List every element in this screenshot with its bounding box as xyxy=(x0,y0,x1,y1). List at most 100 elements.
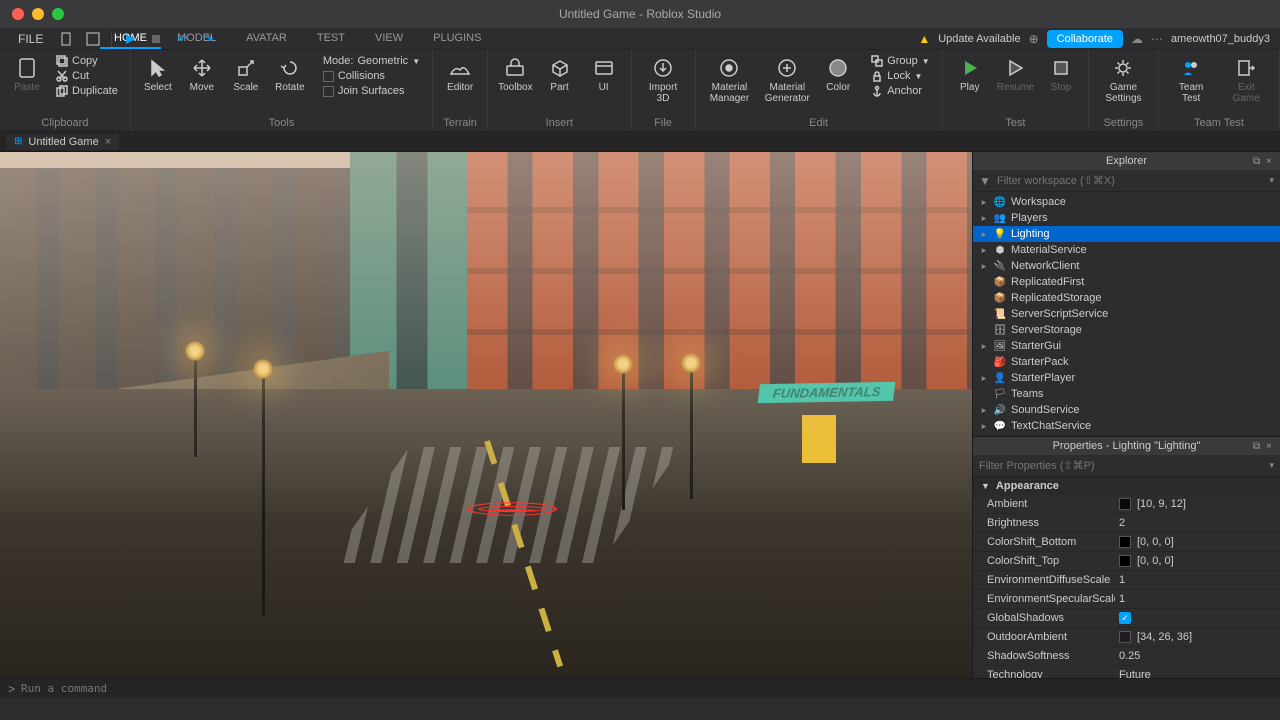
part-button[interactable]: Part xyxy=(539,54,581,95)
document-tab[interactable]: ⊞ Untitled Game × xyxy=(6,134,119,150)
tree-node-replicatedfirst[interactable]: 📦ReplicatedFirst xyxy=(973,274,1280,290)
tab-plugins[interactable]: PLUGINS xyxy=(419,29,495,49)
team-test-button[interactable]: Team Test xyxy=(1165,54,1217,106)
cloud-icon[interactable]: ☁ xyxy=(1131,32,1143,46)
collaborate-button[interactable]: Collaborate xyxy=(1047,30,1123,48)
tree-node-serverstorage[interactable]: 🗄ServerStorage xyxy=(973,322,1280,338)
popout-icon[interactable]: ⧉ xyxy=(1253,156,1263,166)
property-row[interactable]: EnvironmentSpecularScale1 xyxy=(973,590,1280,609)
tab-view[interactable]: VIEW xyxy=(361,29,417,49)
minimize-icon[interactable] xyxy=(32,8,44,20)
warning-icon[interactable]: ▲ xyxy=(918,32,930,46)
workspace-icon: ⊞ xyxy=(14,136,22,147)
ribbon: Paste Copy Cut Duplicate Clipboard Selec… xyxy=(0,50,1280,132)
tree-node-networkclient[interactable]: ▸🔌NetworkClient xyxy=(973,258,1280,274)
help-icon[interactable]: ⋯ xyxy=(1151,32,1163,46)
material-manager-button[interactable]: Material Manager xyxy=(702,54,758,106)
settings-group-label: Settings xyxy=(1095,115,1152,131)
close-panel-icon[interactable]: × xyxy=(1266,441,1276,451)
play-button[interactable]: Play xyxy=(949,54,991,95)
game-settings-button[interactable]: Game Settings xyxy=(1095,54,1152,106)
top-row: FILE ↶ ↷ HOMEMODELAVATARTESTVIEWPLUGINS … xyxy=(0,28,1280,50)
update-available[interactable]: Update Available xyxy=(938,33,1020,45)
filter-icon[interactable]: ▼ xyxy=(979,174,991,188)
property-row[interactable]: GlobalShadows✓ xyxy=(973,609,1280,628)
titlebar: Untitled Game - Roblox Studio xyxy=(0,0,1280,28)
window-controls xyxy=(0,8,64,20)
tree-node-players[interactable]: ▸👥Players xyxy=(973,210,1280,226)
play-icon[interactable] xyxy=(122,31,138,47)
tree-node-lighting[interactable]: ▸💡Lighting xyxy=(973,226,1280,242)
properties-panel: Properties - Lighting "Lighting" ⧉× ▾ ▼A… xyxy=(973,436,1280,678)
file-group-label: File xyxy=(638,115,689,131)
tree-node-starterpack[interactable]: 🎒StarterPack xyxy=(973,354,1280,370)
cut-button[interactable]: Cut xyxy=(50,69,124,83)
redo-icon[interactable]: ↷ xyxy=(200,31,216,47)
join-surfaces-toggle[interactable]: Join Surfaces xyxy=(317,84,426,98)
new-file-icon[interactable] xyxy=(59,31,75,47)
property-row[interactable]: Ambient[10, 9, 12] xyxy=(973,495,1280,514)
tree-node-textchatservice[interactable]: ▸💬TextChatService xyxy=(973,418,1280,434)
ui-button[interactable]: UI xyxy=(583,54,625,95)
explorer-panel: Explorer ⧉× ▼ ▾ ▸🌐Workspace▸👥Players▸💡Li… xyxy=(973,152,1280,436)
mode-dropdown[interactable]: Mode: Geometric ▼ xyxy=(317,54,426,68)
username[interactable]: ameowth07_buddy3 xyxy=(1171,33,1270,45)
test-group-label: Test xyxy=(949,115,1082,131)
stop-icon[interactable] xyxy=(148,31,164,47)
explorer-filter-input[interactable] xyxy=(997,175,1264,187)
properties-header: Properties - Lighting "Lighting" ⧉× xyxy=(973,437,1280,455)
save-icon[interactable] xyxy=(85,31,101,47)
rotate-button[interactable]: Rotate xyxy=(269,54,311,95)
duplicate-button[interactable]: Duplicate xyxy=(50,84,124,98)
toolbox-button[interactable]: Toolbox xyxy=(494,54,536,95)
dropdown-icon[interactable]: ▾ xyxy=(1269,460,1274,471)
color-button[interactable]: Color xyxy=(817,54,859,95)
terrain-editor-button[interactable]: Editor xyxy=(439,54,481,95)
select-button[interactable]: Select xyxy=(137,54,179,95)
viewport-3d[interactable]: FUNDAMENTALS xyxy=(0,152,972,678)
tab-avatar[interactable]: AVATAR xyxy=(232,29,301,49)
undo-icon[interactable]: ↶ xyxy=(174,31,190,47)
scale-button[interactable]: Scale xyxy=(225,54,267,95)
stop-button: Stop xyxy=(1040,54,1082,95)
tree-node-soundservice[interactable]: ▸🔊SoundService xyxy=(973,402,1280,418)
anchor-button[interactable]: Anchor xyxy=(865,84,936,98)
properties-filter-input[interactable] xyxy=(979,460,1263,472)
tree-node-materialservice[interactable]: ▸⬢MaterialService xyxy=(973,242,1280,258)
lock-button[interactable]: Lock ▼ xyxy=(865,69,936,83)
document-tabs: ⊞ Untitled Game × xyxy=(0,132,1280,152)
property-row[interactable]: Brightness2 xyxy=(973,514,1280,533)
move-button[interactable]: Move xyxy=(181,54,223,95)
tree-node-starterplayer[interactable]: ▸👤StarterPlayer xyxy=(973,370,1280,386)
property-row[interactable]: EnvironmentDiffuseScale1 xyxy=(973,571,1280,590)
property-category[interactable]: ▼Appearance xyxy=(973,477,1280,495)
tree-node-teams[interactable]: 🏳Teams xyxy=(973,386,1280,402)
property-row[interactable]: ShadowSoftness0.25 xyxy=(973,647,1280,666)
file-menu[interactable]: FILE xyxy=(8,32,53,46)
dropdown-icon[interactable]: ▾ xyxy=(1269,175,1274,186)
group-button[interactable]: Group ▼ xyxy=(865,54,936,68)
tab-test[interactable]: TEST xyxy=(303,29,359,49)
popout-icon[interactable]: ⧉ xyxy=(1253,441,1263,451)
tree-node-startergui[interactable]: ▸🖼StarterGui xyxy=(973,338,1280,354)
property-row[interactable]: OutdoorAmbient[34, 26, 36] xyxy=(973,628,1280,647)
import-3d-button[interactable]: Import 3D xyxy=(638,54,689,106)
copy-button[interactable]: Copy xyxy=(50,54,124,68)
close-icon[interactable] xyxy=(12,8,24,20)
document-tab-label: Untitled Game xyxy=(28,136,98,148)
close-tab-icon[interactable]: × xyxy=(105,136,111,148)
close-panel-icon[interactable]: × xyxy=(1266,156,1276,166)
material-generator-button[interactable]: Material Generator xyxy=(759,54,815,106)
maximize-icon[interactable] xyxy=(52,8,64,20)
paste-button[interactable]: Paste xyxy=(6,54,48,95)
notifications-icon[interactable]: ⊕ xyxy=(1029,32,1039,46)
tree-node-replicatedstorage[interactable]: 📦ReplicatedStorage xyxy=(973,290,1280,306)
property-row[interactable]: TechnologyFuture xyxy=(973,666,1280,678)
tree-node-serverscriptservice[interactable]: 📜ServerScriptService xyxy=(973,306,1280,322)
collisions-toggle[interactable]: Collisions xyxy=(317,69,426,83)
command-input[interactable] xyxy=(21,682,1272,695)
command-bar: > xyxy=(0,678,1280,698)
property-row[interactable]: ColorShift_Top[0, 0, 0] xyxy=(973,552,1280,571)
tree-node-workspace[interactable]: ▸🌐Workspace xyxy=(973,194,1280,210)
property-row[interactable]: ColorShift_Bottom[0, 0, 0] xyxy=(973,533,1280,552)
